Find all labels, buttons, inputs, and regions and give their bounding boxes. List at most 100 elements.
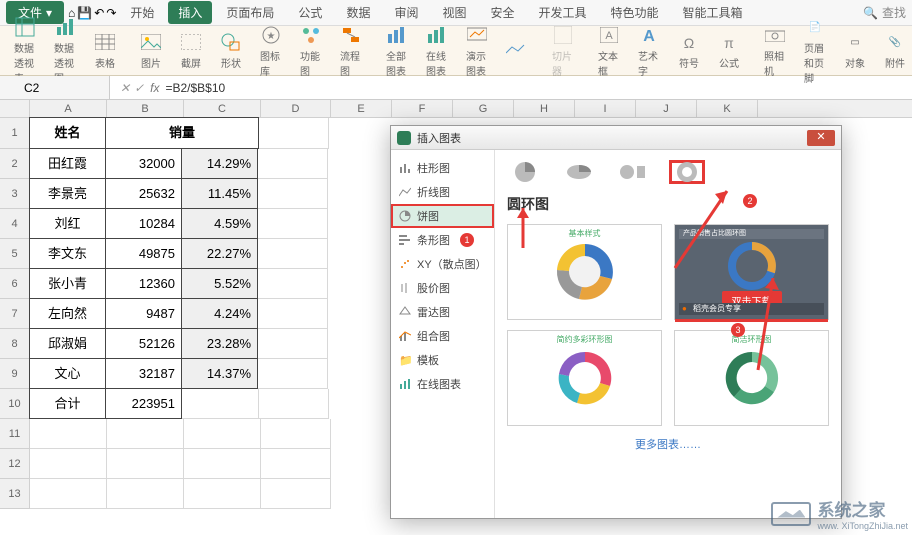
table-cell[interactable]: 田红霞 bbox=[29, 148, 106, 179]
table-cell[interactable]: 10284 bbox=[105, 208, 182, 239]
cat-column[interactable]: 柱形图 bbox=[391, 156, 494, 180]
col-header[interactable]: E bbox=[331, 100, 392, 117]
col-header[interactable]: I bbox=[575, 100, 636, 117]
table-cell[interactable]: 49875 bbox=[105, 238, 182, 269]
row-header[interactable]: 8 bbox=[0, 329, 30, 359]
table-cell[interactable]: 22.27% bbox=[181, 238, 258, 269]
subtype-bar-of-pie[interactable] bbox=[615, 160, 651, 184]
preview-simple-doughnut[interactable]: 简洁环形图 3 bbox=[674, 330, 829, 426]
close-icon[interactable]: ✕ bbox=[807, 130, 835, 146]
row-header[interactable]: 5 bbox=[0, 239, 30, 269]
table-cell[interactable]: 14.29% bbox=[181, 148, 258, 179]
ribbon-screenshot[interactable]: 截屏 bbox=[172, 29, 210, 72]
ribbon-icons[interactable]: ★图标库 bbox=[252, 22, 290, 80]
row-header[interactable]: 12 bbox=[0, 449, 30, 479]
more-charts-link[interactable]: 更多图表…… bbox=[507, 436, 829, 452]
ribbon-textbox[interactable]: A文本框 bbox=[590, 22, 628, 80]
row-header[interactable]: 6 bbox=[0, 269, 30, 299]
ribbon-picture[interactable]: 图片 bbox=[132, 29, 170, 72]
table-cell[interactable]: 邱淑娟 bbox=[29, 328, 106, 359]
row-header[interactable]: 7 bbox=[0, 299, 30, 329]
ribbon-object[interactable]: ▭对象 bbox=[836, 29, 874, 72]
cat-line[interactable]: 折线图 bbox=[391, 180, 494, 204]
col-header[interactable]: K bbox=[697, 100, 758, 117]
table-cell[interactable]: 12360 bbox=[105, 268, 182, 299]
ribbon-equation[interactable]: π公式 bbox=[710, 29, 748, 72]
cat-template[interactable]: 📁模板 bbox=[391, 348, 494, 372]
ribbon-online-charts[interactable]: 在线图表 bbox=[418, 22, 456, 80]
table-header-name[interactable]: 姓名 bbox=[29, 117, 106, 149]
select-all-corner[interactable] bbox=[0, 100, 30, 117]
col-header[interactable]: F bbox=[392, 100, 453, 117]
undo-icon[interactable]: ↶ bbox=[94, 6, 104, 20]
table-cell[interactable]: 32187 bbox=[105, 358, 182, 389]
row-header[interactable]: 2 bbox=[0, 149, 30, 179]
tab-start[interactable]: 开始 bbox=[120, 1, 164, 24]
empty-cell[interactable] bbox=[182, 389, 259, 419]
col-header[interactable]: A bbox=[30, 100, 107, 117]
col-header[interactable]: B bbox=[107, 100, 184, 117]
ribbon-smartart[interactable]: 功能图 bbox=[292, 22, 330, 80]
table-cell[interactable]: 4.59% bbox=[181, 208, 258, 239]
row-header[interactable]: 9 bbox=[0, 359, 30, 389]
col-header[interactable]: G bbox=[453, 100, 514, 117]
table-cell[interactable]: 张小青 bbox=[29, 268, 106, 299]
search-box[interactable]: 🔍 查找 bbox=[863, 4, 906, 21]
table-cell[interactable]: 11.45% bbox=[181, 178, 258, 209]
subtype-doughnut[interactable] bbox=[669, 160, 705, 184]
cat-combo[interactable]: 组合图 bbox=[391, 324, 494, 348]
row-header[interactable]: 4 bbox=[0, 209, 30, 239]
ribbon-shapes[interactable]: 形状 bbox=[212, 29, 250, 72]
cat-bar[interactable]: 条形图1 bbox=[391, 228, 494, 252]
cat-stock[interactable]: 股价图 bbox=[391, 276, 494, 300]
ribbon-presentation-charts[interactable]: 演示图表 bbox=[458, 22, 496, 80]
table-total-label[interactable]: 合计 bbox=[29, 388, 106, 419]
table-cell[interactable]: 32000 bbox=[105, 148, 182, 179]
ribbon-flowchart[interactable]: 流程图 bbox=[332, 22, 370, 80]
tab-insert[interactable]: 插入 bbox=[168, 1, 212, 24]
col-header[interactable]: D bbox=[261, 100, 331, 117]
ribbon-camera[interactable]: 照相机 bbox=[756, 22, 794, 80]
preview-basic-doughnut[interactable]: 基本样式 bbox=[507, 224, 662, 320]
table-cell[interactable]: 9487 bbox=[105, 298, 182, 329]
row-header[interactable]: 10 bbox=[0, 389, 30, 419]
row-header[interactable]: 3 bbox=[0, 179, 30, 209]
table-header-sales[interactable]: 销量 bbox=[105, 117, 259, 149]
ribbon-attachment[interactable]: 📎附件 bbox=[876, 29, 912, 72]
row-header[interactable]: 11 bbox=[0, 419, 30, 449]
formula-input[interactable]: =B2/$B$10 bbox=[165, 81, 225, 95]
cat-pie[interactable]: 饼图 bbox=[391, 204, 494, 228]
table-cell[interactable]: 李景亮 bbox=[29, 178, 106, 209]
cat-online[interactable]: 在线图表 bbox=[391, 372, 494, 396]
table-cell[interactable]: 李文东 bbox=[29, 238, 106, 269]
name-box[interactable]: C2 bbox=[0, 76, 110, 99]
table-cell[interactable]: 23.28% bbox=[181, 328, 258, 359]
table-cell[interactable]: 14.37% bbox=[181, 358, 258, 389]
table-cell[interactable]: 左向然 bbox=[29, 298, 106, 329]
table-total-qty[interactable]: 223951 bbox=[105, 388, 182, 419]
table-cell[interactable]: 文心 bbox=[29, 358, 106, 389]
tab-smart[interactable]: 智能工具箱 bbox=[673, 1, 753, 24]
preview-multicolor-doughnut[interactable]: 简约多彩环形图 bbox=[507, 330, 662, 426]
ribbon-header-footer[interactable]: 📄页眉和页脚 bbox=[796, 14, 834, 87]
ribbon-sparklines[interactable] bbox=[498, 37, 536, 65]
redo-icon[interactable]: ↷ bbox=[106, 6, 116, 20]
dialog-titlebar[interactable]: 插入图表 ✕ bbox=[391, 126, 841, 150]
col-header[interactable]: J bbox=[636, 100, 697, 117]
preview-template-card[interactable]: 产品销售占比圆环图 双击下载 稻壳会员专享 bbox=[674, 224, 829, 320]
accept-icon[interactable]: ✓ bbox=[134, 81, 144, 95]
subtype-pie[interactable] bbox=[507, 160, 543, 184]
table-cell[interactable]: 5.52% bbox=[181, 268, 258, 299]
ribbon-symbol[interactable]: Ω符号 bbox=[670, 29, 708, 72]
ribbon-wordart[interactable]: A艺术字 bbox=[630, 22, 668, 80]
table-cell[interactable]: 刘红 bbox=[29, 208, 106, 239]
fx-icon[interactable]: fx bbox=[150, 81, 159, 95]
row-header[interactable]: 1 bbox=[0, 118, 30, 149]
cat-radar[interactable]: 雷达图 bbox=[391, 300, 494, 324]
ribbon-table[interactable]: 表格 bbox=[86, 29, 124, 72]
table-cell[interactable]: 52126 bbox=[105, 328, 182, 359]
col-header[interactable]: C bbox=[184, 100, 261, 117]
row-header[interactable]: 13 bbox=[0, 479, 30, 509]
subtype-3d-pie[interactable] bbox=[561, 160, 597, 184]
table-cell[interactable]: 4.24% bbox=[181, 298, 258, 329]
